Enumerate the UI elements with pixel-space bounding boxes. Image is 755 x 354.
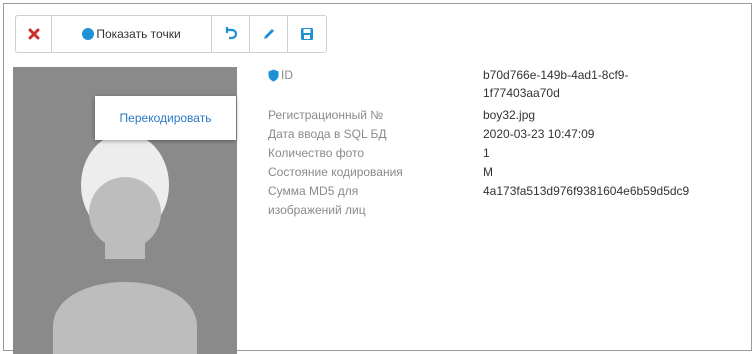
recode-button[interactable]: Перекодировать: [95, 96, 236, 140]
shield-icon: [268, 69, 279, 81]
id-label-row: ID: [268, 66, 458, 84]
close-icon: [28, 28, 39, 40]
recode-label: Перекодировать: [119, 111, 212, 125]
encoding-state-value: M: [483, 165, 493, 179]
toolbar: Показать точки: [15, 15, 327, 53]
date-value: 2020-03-23 10:47:09: [483, 127, 595, 141]
id-value-line1: b70d766e-149b-4ad1-8cf9-: [483, 68, 629, 82]
save-button[interactable]: [288, 16, 326, 52]
md5-label-line2: изображений лиц: [268, 203, 366, 217]
registration-value: boy32.jpg: [483, 108, 536, 122]
save-icon: [301, 28, 313, 40]
undo-icon: [225, 27, 237, 40]
undo-button[interactable]: [212, 16, 250, 52]
encoding-state-label: Состояние кодирования: [268, 165, 403, 179]
edit-button[interactable]: [250, 16, 288, 52]
close-button[interactable]: [16, 16, 52, 52]
photo-count-label: Количество фото: [268, 146, 365, 160]
pencil-icon: [263, 29, 274, 39]
points-dot-icon: [82, 28, 95, 40]
id-value-line2: 1f77403aa70d: [483, 86, 560, 100]
md5-label-line1: Сумма MD5 для: [268, 184, 359, 198]
photo-count-value: 1: [483, 146, 490, 160]
show-points-label: Показать точки: [96, 27, 181, 41]
id-label: ID: [281, 68, 293, 82]
show-points-button[interactable]: Показать точки: [52, 16, 212, 52]
md5-value: 4a173fa513d976f9381604e6b59d5dc9: [483, 184, 690, 198]
registration-label: Регистрационный №: [268, 108, 384, 122]
date-label: Дата ввода в SQL БД: [268, 127, 387, 141]
